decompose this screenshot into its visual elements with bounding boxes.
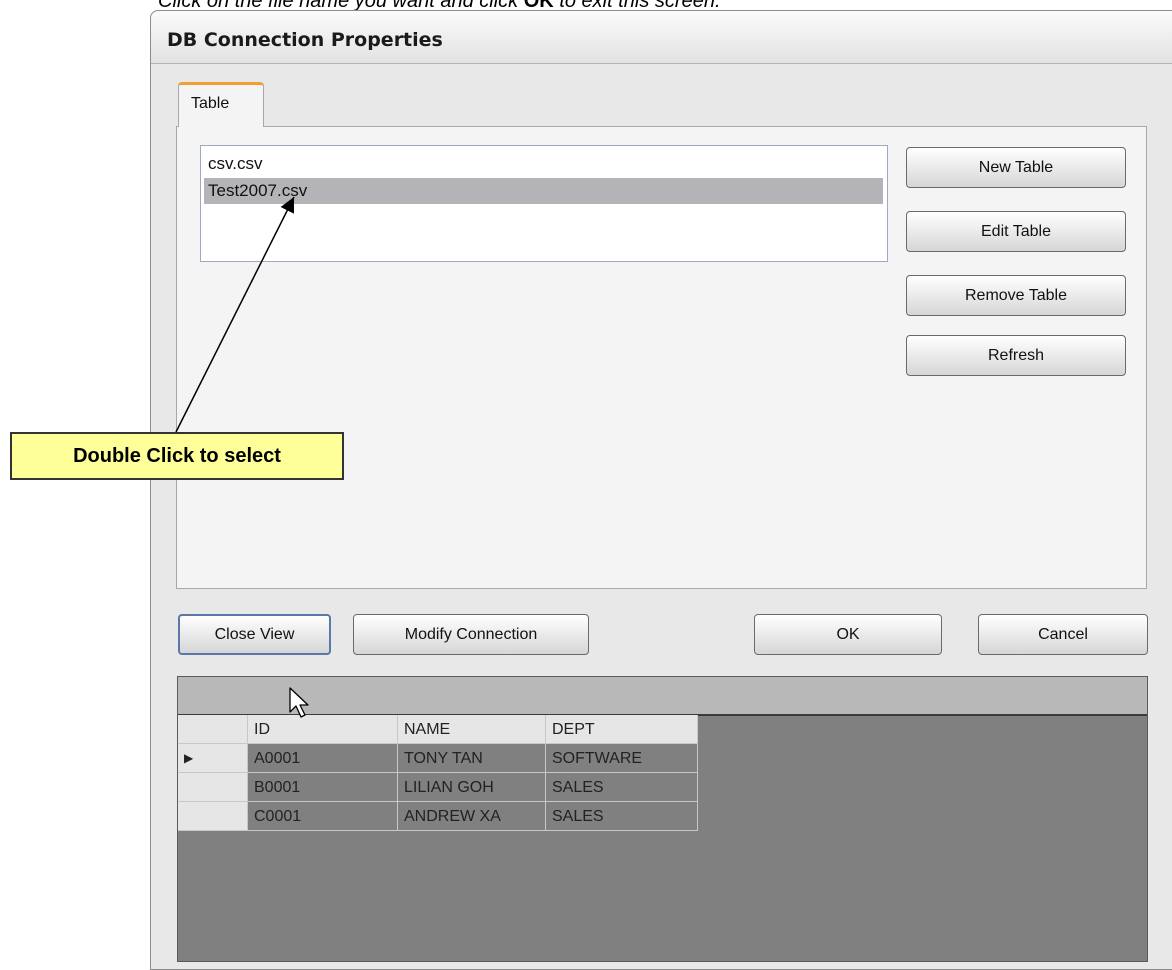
mouse-pointer-icon [289,687,309,718]
tab-table[interactable]: Table [178,82,264,127]
annotation-overlay [175,196,309,718]
callout-arrow [175,196,295,433]
tab-table-label: Table [191,95,230,112]
